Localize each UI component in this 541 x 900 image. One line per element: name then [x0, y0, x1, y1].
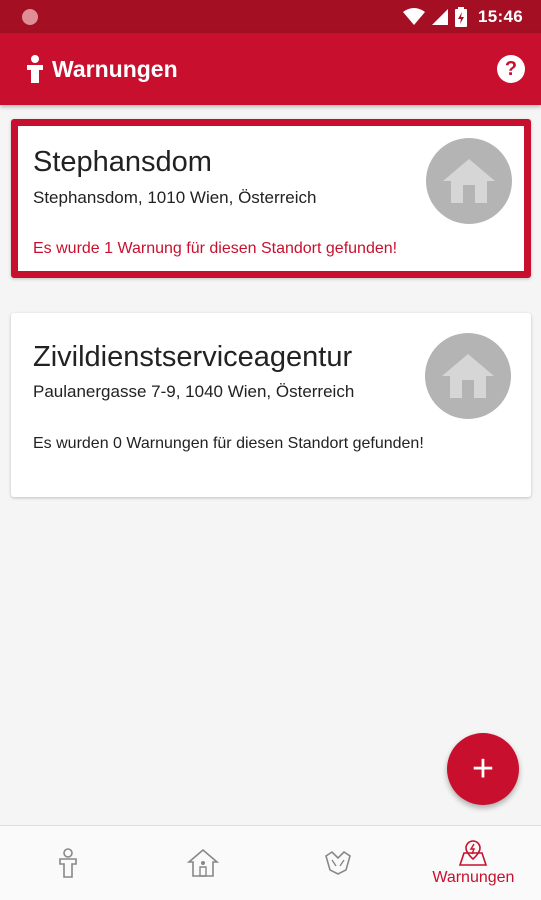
notification-dot-icon — [22, 8, 38, 25]
house-icon — [425, 333, 511, 419]
wifi-icon — [403, 7, 426, 25]
nav-item-warnungen[interactable]: Warnungen — [406, 826, 541, 900]
location-address: Paulanergasse 7-9, 1040 Wien, Österreich — [33, 382, 355, 401]
page-title: Warnungen — [52, 55, 178, 82]
nav-item-hands[interactable] — [271, 826, 406, 900]
hands-icon — [325, 850, 352, 875]
house-icon — [426, 138, 512, 224]
nav-label-warnungen: Warnungen — [432, 869, 515, 886]
location-warning-text: Es wurden 0 Warnungen für diesen Standor… — [33, 435, 424, 452]
home-icon — [186, 848, 219, 877]
add-location-button[interactable]: + — [447, 733, 519, 805]
location-name: Stephansdom — [33, 146, 212, 178]
location-warning-text: Es wurde 1 Warnung für diesen Standort g… — [33, 240, 398, 257]
cell-signal-icon — [432, 8, 449, 25]
help-icon[interactable]: ? — [497, 55, 525, 83]
person-icon — [58, 848, 77, 878]
app-bar: Warnungen ? — [0, 33, 541, 105]
status-time: 15:46 — [478, 6, 523, 26]
location-address: Stephansdom, 1010 Wien, Österreich — [33, 188, 317, 207]
person-icon — [27, 55, 43, 83]
battery-icon — [455, 6, 468, 27]
nav-item-home[interactable] — [135, 826, 270, 900]
warning-map-icon — [459, 840, 488, 866]
location-card-zivildienstserviceagentur[interactable]: Zivildienstserviceagentur Paulanergasse … — [11, 313, 531, 497]
location-card-stephansdom[interactable]: Stephansdom Stephansdom, 1010 Wien, Öste… — [11, 119, 531, 278]
location-name: Zivildienstserviceagentur — [33, 341, 353, 373]
bottom-nav: Warnungen — [0, 825, 541, 900]
status-bar: 15:46 — [0, 0, 541, 33]
nav-item-person[interactable] — [0, 826, 135, 900]
